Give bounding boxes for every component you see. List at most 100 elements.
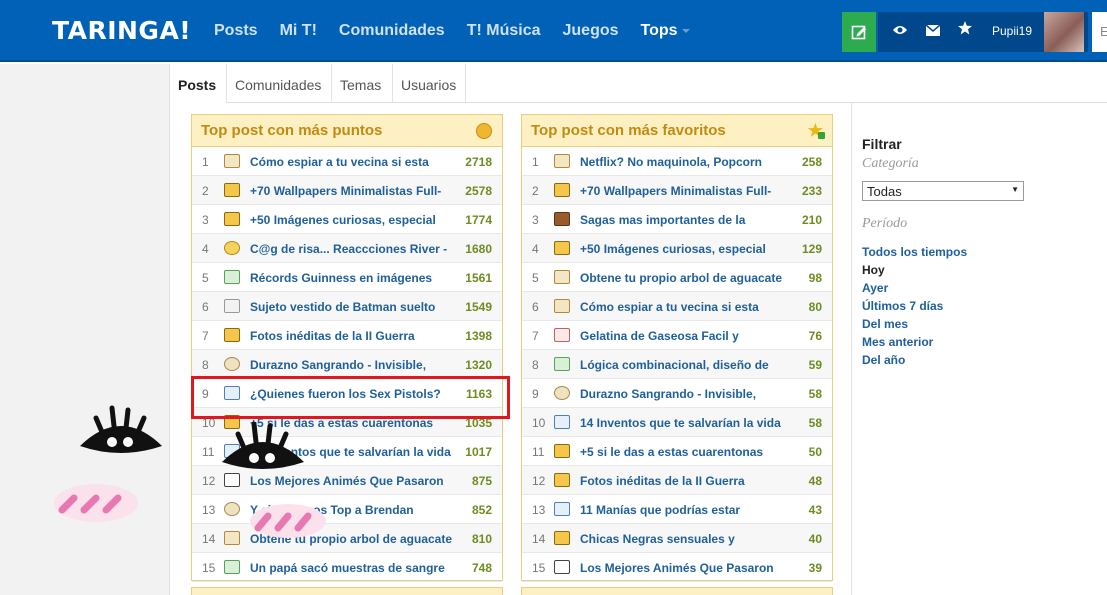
list-item[interactable]: 13 11 Manías que podrías estar 43 [522, 495, 832, 524]
list-item[interactable]: 8 Lógica combinacional, diseño de 59 [522, 350, 832, 379]
score-value: 2718 [465, 155, 492, 169]
list-item[interactable]: 15 Un papá sacó muestras de sangre 748 [192, 553, 502, 582]
post-title-link[interactable]: Durazno Sangrando - Invisible, [250, 358, 455, 372]
score-value: 80 [808, 300, 822, 314]
eye-icon[interactable] [892, 23, 908, 39]
list-item[interactable]: 9 Durazno Sangrando - Invisible, 58 [522, 379, 832, 408]
list-item[interactable]: 15 Los Mejores Animés Que Pasaron 39 [522, 553, 832, 582]
list-item[interactable]: 5 Obtene tu propio arbol de aguacate 98 [522, 263, 832, 292]
post-title-link[interactable]: Sagas mas importantes de la [580, 213, 785, 227]
panel-title-text: Top post con más favoritos [531, 122, 726, 139]
tab-usuarios[interactable]: Usuarios [393, 64, 466, 103]
blush-sticker-icon [250, 504, 326, 538]
post-title-link[interactable]: Obtene tu propio arbol de aguacate [580, 271, 785, 285]
rank-number: 10 [532, 416, 546, 430]
post-title-link[interactable]: Los Mejores Animés Que Pasaron [580, 561, 785, 575]
avatar[interactable] [1044, 12, 1084, 52]
list-item[interactable]: 4 +50 Imágenes curiosas, especial 129 [522, 234, 832, 263]
list-item[interactable]: 4 C@g de risa... Reaccciones River - 1680 [192, 234, 502, 263]
rank-number: 13 [532, 503, 546, 517]
list-item[interactable]: 13 Y el ganamos Top a Brendan 852 [192, 495, 502, 524]
list-item[interactable]: 7 Gelatina de Gaseosa Facil y 76 [522, 321, 832, 350]
post-title-link[interactable]: Récords Guinness en imágenes [250, 271, 455, 285]
rank-number: 14 [202, 532, 216, 546]
mail-icon[interactable] [925, 23, 941, 39]
post-title-link[interactable]: +70 Wallpapers Minimalistas Full- [580, 184, 785, 198]
list-item[interactable]: 8 Durazno Sangrando - Invisible, 1320 [192, 350, 502, 379]
nav-mi-t[interactable]: Mi T! [280, 22, 317, 40]
next-panel-edge [521, 587, 833, 595]
list-item[interactable]: 11 +5 si le das a estas cuarentonas 50 [522, 437, 832, 466]
period-hoy[interactable]: Hoy [862, 263, 885, 277]
new-post-button[interactable] [842, 12, 876, 52]
list-item[interactable]: 14 Obtene tu propio arbol de aguacate 810 [192, 524, 502, 553]
period-7-dias[interactable]: Últimos 7 días [862, 299, 943, 313]
list-item[interactable]: 7 Fotos inéditas de la II Guerra 1398 [192, 321, 502, 350]
flask-category-icon [224, 560, 240, 574]
list-item[interactable]: 1 Cómo espiar a tu vecina si esta 2718 [192, 147, 502, 176]
post-title-link[interactable]: +70 Wallpapers Minimalistas Full- [250, 184, 455, 198]
score-value: 59 [808, 358, 822, 372]
post-title-link[interactable]: Cómo espiar a tu vecina si esta [250, 155, 455, 169]
period-ayer[interactable]: Ayer [862, 281, 888, 295]
taringa-logo[interactable]: TARINGA! [52, 16, 191, 45]
star-icon[interactable] [958, 21, 972, 38]
list-item[interactable]: 1 Netflix? No maquinola, Popcorn 258 [522, 147, 832, 176]
post-title-link[interactable]: Chicas Negras sensuales y [580, 532, 785, 546]
post-title-link[interactable]: 14 Inventos que te salvarían la vida [580, 416, 785, 430]
list-item[interactable]: 10 14 Inventos que te salvarían la vida 58 [522, 408, 832, 437]
list-item[interactable]: 3 Sagas mas importantes de la 210 [522, 205, 832, 234]
rank-number: 14 [532, 532, 546, 546]
rank-number: 8 [532, 358, 539, 372]
top-navbar: TARINGA! Posts Mi T! Comunidades T! Músi… [0, 0, 1107, 62]
tab-comunidades[interactable]: Comunidades [227, 64, 332, 103]
tab-temas[interactable]: Temas [332, 64, 393, 103]
nav-comunidades[interactable]: Comunidades [339, 22, 445, 40]
post-title-link[interactable]: Fotos inéditas de la II Guerra [580, 474, 785, 488]
score-value: 98 [808, 271, 822, 285]
nav-tops[interactable]: Tops [641, 22, 690, 40]
post-title-link[interactable]: +50 Imágenes curiosas, especial [580, 242, 785, 256]
list-item[interactable]: 14 Chicas Negras sensuales y 40 [522, 524, 832, 553]
chart-category-icon [554, 299, 570, 313]
list-item[interactable]: 6 Cómo espiar a tu vecina si esta 80 [522, 292, 832, 321]
post-title-link[interactable]: Cómo espiar a tu vecina si esta [580, 300, 785, 314]
next-panel-edge [191, 587, 503, 595]
post-title-link[interactable]: Fotos inéditas de la II Guerra [250, 329, 455, 343]
post-title-link[interactable]: Gelatina de Gaseosa Facil y [580, 329, 785, 343]
list-item[interactable]: 2 +70 Wallpapers Minimalistas Full- 233 [522, 176, 832, 205]
post-title-link[interactable]: Lógica combinacional, diseño de [580, 358, 785, 372]
score-value: 810 [471, 532, 492, 546]
book-category-icon [554, 415, 570, 429]
chart-category-icon [224, 531, 240, 545]
post-title-link[interactable]: Un papá sacó muestras de sangre [250, 561, 455, 575]
list-item[interactable]: 5 Récords Guinness en imágenes 1561 [192, 263, 502, 292]
image-category-icon [224, 212, 240, 226]
period-mes[interactable]: Del mes [862, 317, 908, 331]
period-anio[interactable]: Del año [862, 353, 905, 367]
post-title-link[interactable]: 11 Manías que podrías estar [580, 503, 785, 517]
list-item[interactable]: 3 +50 Imágenes curiosas, especial 1774 [192, 205, 502, 234]
post-title-link[interactable]: +50 Imágenes curiosas, especial [250, 213, 455, 227]
nav-juegos[interactable]: Juegos [563, 22, 619, 40]
username[interactable]: Pupii19 [992, 24, 1032, 38]
tab-posts[interactable]: Posts [170, 64, 227, 103]
bubble-category-icon [554, 386, 570, 400]
book-category-icon [554, 502, 570, 516]
bubble-category-icon [224, 502, 240, 516]
list-item[interactable]: 12 Fotos inéditas de la II Guerra 48 [522, 466, 832, 495]
period-mes-anterior[interactable]: Mes anterior [862, 335, 933, 349]
search-input[interactable]: E [1092, 12, 1107, 52]
category-select[interactable]: Todas ▼ [862, 181, 1024, 201]
nav-posts[interactable]: Posts [214, 22, 258, 40]
post-title-link[interactable]: Netflix? No maquinola, Popcorn [580, 155, 785, 169]
post-title-link[interactable]: Sujeto vestido de Batman suelto [250, 300, 455, 314]
post-title-link[interactable]: C@g de risa... Reaccciones River - [250, 242, 455, 256]
period-todos[interactable]: Todos los tiempos [862, 245, 967, 259]
list-item[interactable]: 2 +70 Wallpapers Minimalistas Full- 2578 [192, 176, 502, 205]
post-title-link[interactable]: Durazno Sangrando - Invisible, [580, 387, 785, 401]
list-item[interactable]: 6 Sujeto vestido de Batman suelto 1549 [192, 292, 502, 321]
category-select-value: Todas [867, 184, 902, 199]
nav-musica[interactable]: T! Música [467, 22, 541, 40]
post-title-link[interactable]: +5 si le das a estas cuarentonas [580, 445, 785, 459]
